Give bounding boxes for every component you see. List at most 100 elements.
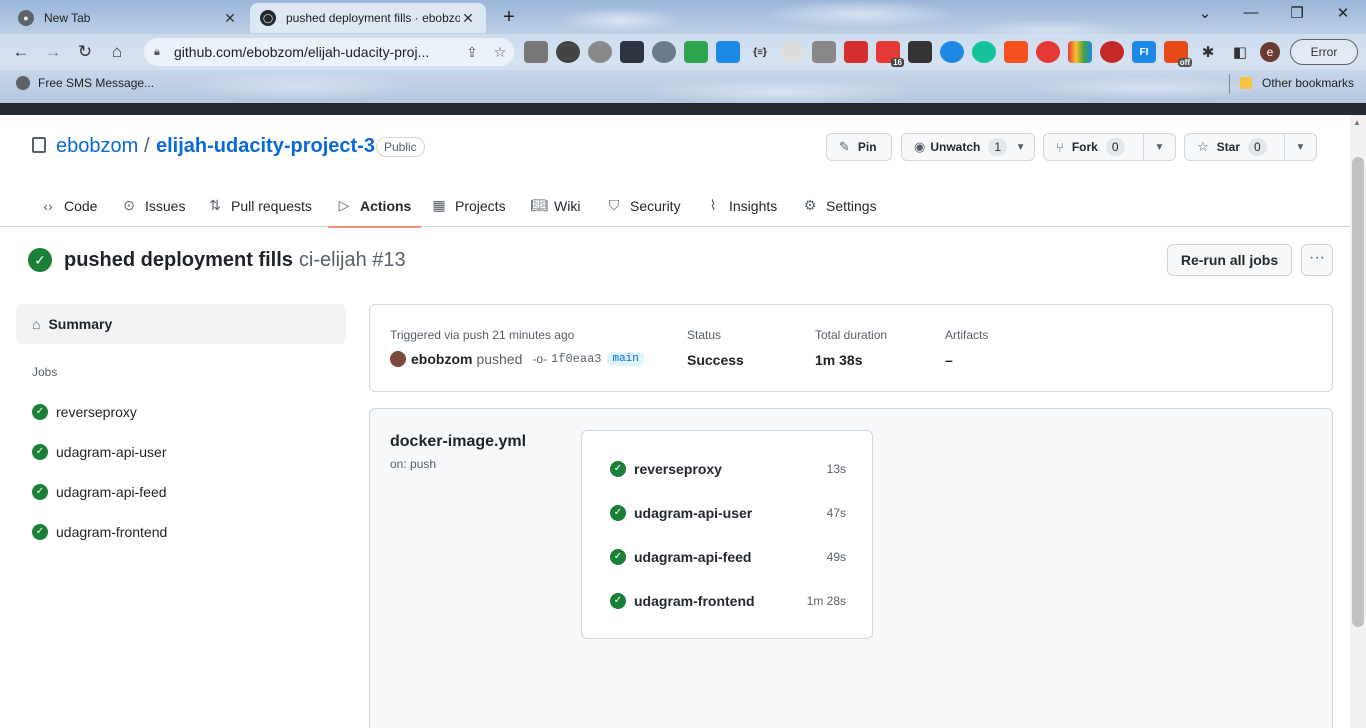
pin-button[interactable]: ✎ Pin: [826, 133, 892, 161]
tab-security[interactable]: ⛉ Security: [606, 184, 681, 227]
extension-drop-icon[interactable]: [940, 41, 964, 63]
close-tab-icon[interactable]: ✕: [460, 10, 476, 27]
check-circle-icon: ✓: [32, 404, 48, 420]
duration-label: Total duration: [815, 328, 888, 342]
extension-film-icon[interactable]: [524, 41, 548, 63]
branch-badge[interactable]: main: [607, 352, 644, 366]
extension-drive-icon[interactable]: [684, 41, 708, 63]
grammarly-icon[interactable]: [972, 41, 996, 63]
minimize-button[interactable]: —: [1228, 4, 1274, 26]
extension-react-icon[interactable]: [652, 41, 676, 63]
bookmarks-divider: [1229, 74, 1230, 94]
extension-circles-icon[interactable]: [556, 41, 580, 63]
repo-owner-link[interactable]: ebobzom: [56, 135, 138, 158]
bookmark-item[interactable]: Free SMS Message...: [16, 76, 154, 90]
check-circle-icon: ✓: [610, 593, 626, 609]
sidebar-job[interactable]: ✓ udagram-api-user: [32, 442, 167, 462]
job-duration: 47s: [826, 506, 846, 520]
other-bookmarks[interactable]: Other bookmarks: [1240, 76, 1354, 90]
star-button[interactable]: ☆ Star 0 ▼: [1184, 133, 1317, 161]
graph-job[interactable]: ✓ udagram-frontend 1m 28s: [610, 591, 846, 611]
extension-download-icon[interactable]: [1100, 41, 1124, 63]
extension-json-icon[interactable]: {≡}: [748, 41, 772, 63]
tab-projects[interactable]: ▦ Projects: [431, 184, 505, 227]
chevron-down-icon[interactable]: ▼: [1284, 134, 1316, 160]
extension-capture-icon[interactable]: [716, 41, 740, 63]
extension-off-icon[interactable]: off: [1164, 41, 1192, 67]
scrollbar-thumb[interactable]: [1352, 157, 1364, 627]
unwatch-label: Unwatch: [930, 140, 981, 154]
extension-orange-icon[interactable]: [1004, 41, 1028, 63]
close-tab-icon[interactable]: ✕: [222, 10, 238, 27]
home-icon[interactable]: ⌂: [106, 41, 128, 63]
workflow-file[interactable]: docker-image.yml: [390, 433, 526, 451]
extension-bulb-icon[interactable]: [588, 41, 612, 63]
sidebar-job[interactable]: ✓ udagram-api-feed: [32, 482, 167, 502]
actor-link[interactable]: ebobzom: [411, 351, 472, 367]
tab-title: pushed deployment fills · ebobzom: [286, 11, 460, 25]
tab-pull-requests[interactable]: ⇅ Pull requests: [207, 184, 312, 227]
new-tab-button[interactable]: +: [496, 6, 522, 30]
rerun-all-jobs-button[interactable]: Re-run all jobs: [1167, 244, 1292, 276]
share-icon[interactable]: ⇪: [458, 44, 486, 61]
restore-button[interactable]: ❐: [1274, 4, 1320, 26]
tab-label: Insights: [729, 197, 778, 214]
tab-search-icon[interactable]: ⌄: [1182, 4, 1228, 26]
reload-icon[interactable]: ↻: [74, 41, 96, 63]
commit-sha-link[interactable]: 1f0eaa3: [551, 352, 601, 366]
puzzle-icon[interactable]: ✱: [1196, 41, 1220, 63]
sidebar-job[interactable]: ✓ reverseproxy: [32, 402, 137, 422]
pin-icon: ✎: [839, 139, 850, 154]
status-value: Success: [687, 352, 744, 368]
extension-blank-icon[interactable]: [780, 41, 804, 63]
bookmark-label: Other bookmarks: [1262, 76, 1355, 90]
back-icon[interactable]: ←: [10, 41, 32, 63]
chevron-down-icon[interactable]: ▼: [1143, 134, 1175, 160]
graph-job[interactable]: ✓ udagram-api-feed 49s: [610, 547, 846, 567]
extensions-row: {≡} 16 FI off ✱ ◧: [524, 41, 1252, 67]
extension-color-icon[interactable]: [1068, 41, 1092, 63]
repo-name-link[interactable]: elijah-udacity-project-3: [156, 135, 375, 158]
book-icon: 📖︎: [530, 197, 548, 213]
unwatch-button[interactable]: ◉ Unwatch 1 ▼: [901, 133, 1035, 161]
forward-icon[interactable]: →: [42, 41, 64, 63]
job-name: udagram-api-user: [56, 444, 167, 460]
sidebar-job[interactable]: ✓ udagram-frontend: [32, 522, 167, 542]
extension-badge-icon[interactable]: 16: [876, 41, 904, 67]
tab-label: Code: [64, 197, 98, 214]
pull-request-icon: ⇅: [209, 197, 221, 213]
address-bar[interactable]: 🔒︎ github.com/ebobzom/elijah-udacity-pro…: [144, 38, 514, 66]
eye-icon: ◉: [914, 139, 926, 154]
graph-job[interactable]: ✓ reverseproxy 13s: [610, 459, 846, 479]
extension-picker-icon[interactable]: [908, 41, 932, 63]
extension-fi-icon[interactable]: FI: [1132, 41, 1156, 63]
tab-insights[interactable]: ⌇ Insights: [705, 184, 778, 227]
tab-settings[interactable]: ⚙ Settings: [802, 184, 877, 227]
scroll-up-icon[interactable]: ▲: [1353, 118, 1361, 127]
side-panel-icon[interactable]: ◧: [1228, 41, 1252, 63]
sidebar-summary[interactable]: ⌂ Summary: [16, 304, 346, 344]
repo-icon: [32, 137, 46, 153]
close-window-button[interactable]: ✕: [1320, 4, 1366, 26]
shield-icon: ⛉: [608, 197, 620, 213]
error-button[interactable]: Error: [1290, 39, 1358, 65]
extension-vue-icon[interactable]: [812, 41, 836, 63]
graph-job[interactable]: ✓ udagram-api-user 47s: [610, 503, 846, 523]
tab-issues[interactable]: ⊙ Issues: [121, 184, 185, 227]
extension-compass-icon[interactable]: [1036, 41, 1060, 63]
extension-recorder-icon[interactable]: [844, 41, 868, 63]
bookmark-star-icon[interactable]: ☆: [486, 44, 514, 61]
tab-label: Security: [630, 197, 681, 214]
chevron-down-icon[interactable]: ▼: [1007, 134, 1034, 160]
extension-dark-icon[interactable]: [620, 41, 644, 63]
browser-tab-new-tab[interactable]: ● New Tab ✕: [8, 3, 248, 33]
tab-code[interactable]: ‹› Code: [40, 184, 97, 227]
tab-wiki[interactable]: 📖︎ Wiki: [530, 184, 580, 227]
browser-tab-active[interactable]: ◯ pushed deployment fills · ebobzom ✕: [250, 3, 486, 33]
profile-avatar[interactable]: e: [1260, 42, 1280, 62]
fork-button[interactable]: ⑂ Fork 0 ▼: [1043, 133, 1176, 161]
tab-actions[interactable]: ▷ Actions: [327, 184, 422, 228]
lock-icon: 🔒︎: [154, 46, 160, 58]
page-scrollbar[interactable]: ▲: [1350, 115, 1366, 728]
more-options-button[interactable]: ···: [1301, 244, 1333, 276]
